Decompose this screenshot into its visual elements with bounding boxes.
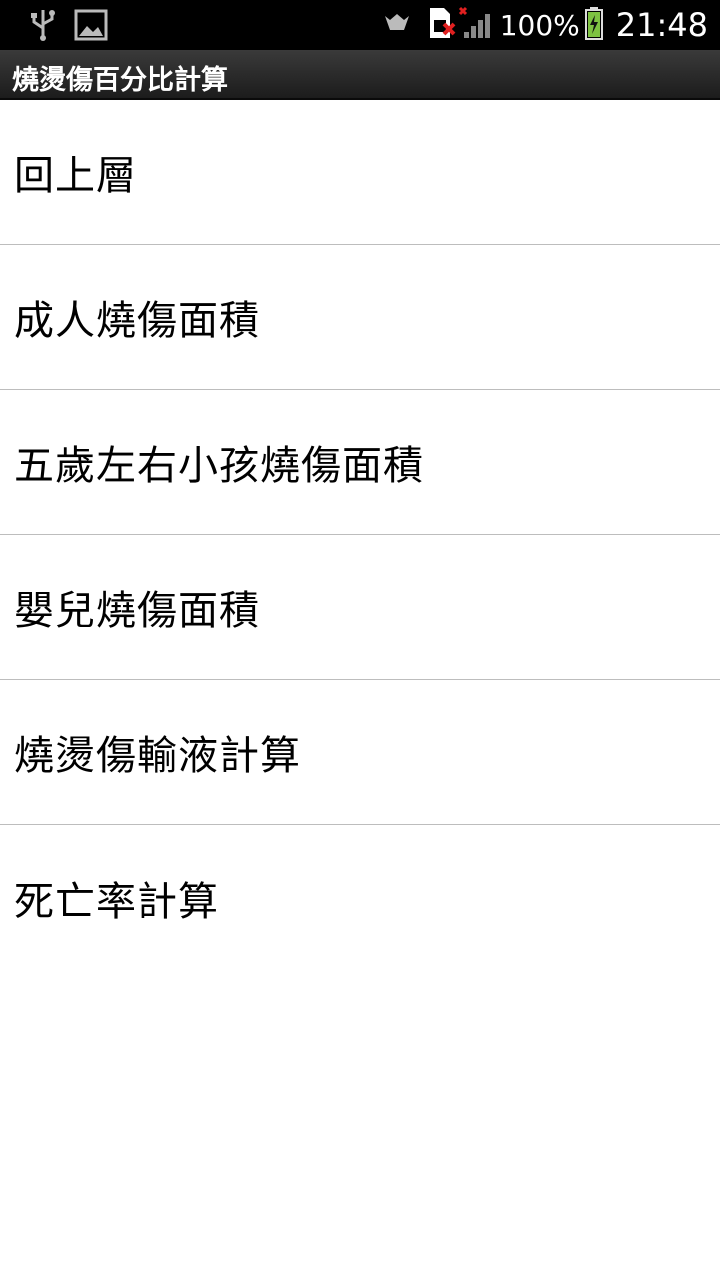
menu-item-label: 死亡率計算 xyxy=(14,878,219,925)
menu-item-label: 回上層 xyxy=(14,153,137,199)
menu-item-infant-burn-area[interactable]: 嬰兒燒傷面積 xyxy=(0,535,720,680)
menu-item-mortality-calculation[interactable]: 死亡率計算 xyxy=(0,825,720,970)
menu-item-fluid-calculation[interactable]: 燒燙傷輸液計算 xyxy=(0,680,720,825)
menu-item-adult-burn-area[interactable]: 成人燒傷面積 xyxy=(0,245,720,390)
page-title: 燒燙傷百分比計算 xyxy=(12,65,228,96)
app-title-bar: 燒燙傷百分比計算 xyxy=(0,50,720,100)
image-icon xyxy=(74,9,108,45)
usb-icon xyxy=(28,8,58,46)
menu-item-label: 成人燒傷面積 xyxy=(14,298,260,344)
signal-icon xyxy=(458,6,492,44)
menu-item-back[interactable]: 回上層 xyxy=(0,100,720,245)
battery-percent: 100% xyxy=(499,8,580,42)
status-bar-right: 100% 21:48 xyxy=(382,0,708,50)
status-bar-left xyxy=(28,8,108,46)
menu-item-label: 五歲左右小孩燒傷面積 xyxy=(14,443,424,489)
menu-item-label: 嬰兒燒傷面積 xyxy=(14,588,260,634)
menu-item-child-burn-area[interactable]: 五歲左右小孩燒傷面積 xyxy=(0,390,720,535)
menu-list: 回上層 成人燒傷面積 五歲左右小孩燒傷面積 嬰兒燒傷面積 燒燙傷輸液計算 死亡率… xyxy=(0,100,720,970)
battery-charging-icon xyxy=(584,6,604,44)
cloud-sync-icon xyxy=(382,10,412,40)
clock: 21:48 xyxy=(615,6,708,44)
no-sim-icon xyxy=(426,6,458,44)
menu-item-label: 燒燙傷輸液計算 xyxy=(14,733,301,779)
status-bar: 100% 21:48 xyxy=(0,0,720,50)
